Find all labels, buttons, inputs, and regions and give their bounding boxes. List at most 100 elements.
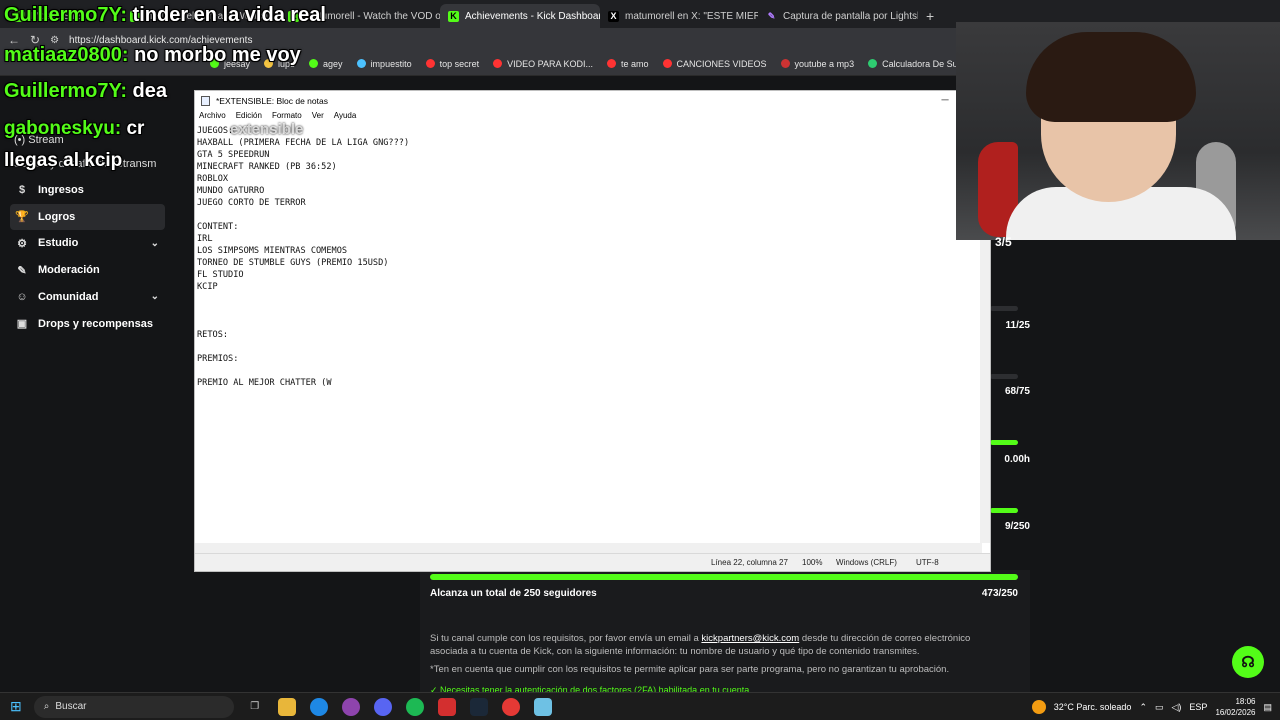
bookmark-icon (356, 59, 366, 68)
chat-message: Guillermo7Y: tinder en la vida real (4, 4, 326, 26)
bookmark-item[interactable]: te amo (606, 59, 649, 69)
bookmark-item[interactable]: Calculadora De Su... (868, 59, 965, 69)
bookmark-item[interactable]: top secret (425, 59, 479, 69)
zoom-level: 100% (802, 558, 823, 567)
followers-goal-card: Alcanza un total de 250 seguidores 473/2… (420, 570, 1030, 695)
bookmark-item[interactable]: CANCIONES VIDEOS (662, 59, 767, 69)
line-ending: Windows (CRLF) (836, 558, 897, 567)
network-icon[interactable]: ▭ (1155, 702, 1164, 713)
drops-icon: ▣ (16, 318, 28, 330)
horizontal-scrollbar[interactable] (195, 543, 982, 553)
sidebar-item-label: Ingresos (38, 184, 84, 196)
tab-achievements[interactable]: K Achievements - Kick Dashboard ✕ (440, 4, 600, 28)
language-indicator[interactable]: ESP (1189, 702, 1207, 712)
menu-item-ayuda[interactable]: Ayuda (334, 111, 357, 125)
bookmark-item[interactable]: youtube a mp3 (780, 59, 854, 69)
progress-value: 9/250 (1004, 521, 1030, 532)
help-chat-button[interactable]: ☊ (1232, 646, 1264, 678)
edge-icon[interactable] (309, 697, 328, 716)
notepad-icon (201, 96, 210, 106)
clock[interactable]: 18:06 16/02/2026 (1215, 696, 1255, 718)
notepad-icon[interactable] (533, 697, 552, 716)
chat-message: llegas al kcip (4, 150, 123, 171)
partners-email-link[interactable]: kickpartners@kick.com (701, 633, 799, 644)
sidebar-item-estudio[interactable]: ⚙ Estudio ⌄ (10, 230, 165, 256)
bookmark-icon (606, 59, 616, 68)
windows-taskbar: ⊞ ⌕ Buscar ❐ 32°C Parc. soleado ⌃ ▭ ◁) E… (0, 692, 1280, 720)
headset-icon: ☊ (1241, 654, 1255, 671)
windows-start-icon[interactable]: ⊞ (10, 698, 22, 715)
tab-5[interactable]: X matumorell en X: "ESTE MIERCOLE ✕ (600, 4, 758, 28)
notepad-window[interactable]: *EXTENSIBLE: Bloc de notas ─ ☐ ArchivoEd… (194, 90, 991, 572)
money-icon: $ (18, 184, 26, 196)
bookmark-icon (309, 59, 319, 68)
tab-label: Achievements - Kick Dashboard (465, 10, 600, 22)
sidebar-item-moderación[interactable]: ✎ Moderación (10, 257, 165, 283)
system-tray: 32°C Parc. soleado ⌃ ▭ ◁) ESP 18:06 16/0… (1031, 693, 1272, 720)
requirements-info: Si tu canal cumple con los requisitos, p… (430, 633, 971, 657)
taskbar-search[interactable]: ⌕ Buscar (33, 695, 234, 718)
wrench-icon: ✎ (17, 264, 27, 277)
tab-label: Captura de pantalla por Lightshot (783, 10, 918, 22)
goal-title: Alcanza un total de 250 seguidores (430, 588, 597, 599)
new-tab-button[interactable]: + (918, 4, 942, 28)
bookmark-item[interactable]: VIDEO PARA KODI... (493, 59, 593, 69)
taskbar-apps: ❐ (246, 697, 552, 716)
achievement-count: 3/5 (995, 235, 1012, 249)
chat-message: gaboneskyu: cr (4, 118, 145, 139)
menu-item-archivo[interactable]: Archivo (199, 111, 226, 125)
bookmark-icon (662, 59, 672, 68)
chat-message: Guillermo7Y: dea (4, 80, 168, 102)
tab-label: matumorell en X: "ESTE MIERCOLE (625, 10, 758, 22)
progress-value: 0.00h (1004, 454, 1030, 465)
bookmark-item[interactable]: agey (309, 59, 343, 69)
file-explorer-icon[interactable] (277, 697, 296, 716)
feather-icon: ✎ (767, 10, 776, 21)
spotify-icon[interactable] (405, 697, 424, 716)
studio-icon: ⚙ (17, 237, 27, 250)
kick-icon: K (448, 10, 459, 22)
requirements-note: *Ten en cuenta que cumplir con los requi… (430, 664, 950, 675)
sidebar-item-label: Comunidad (38, 290, 99, 303)
steam-icon[interactable] (469, 697, 488, 716)
progress-bar (990, 508, 1018, 513)
sidebar-item-label: Estudio (38, 237, 79, 250)
encoding: UTF-8 (916, 558, 939, 567)
task-view-icon[interactable]: ❐ (246, 698, 264, 716)
bookmark-icon (868, 59, 878, 68)
goal-value: 473/250 (981, 588, 1018, 599)
cursor-position: Línea 22, columna 27 (711, 558, 788, 567)
notepad-titlebar[interactable]: *EXTENSIBLE: Bloc de notas (195, 91, 990, 111)
notepad-text-area[interactable]: JUEGOS: HAXBALL (PRIMERA FECHA DE LA LIG… (197, 125, 977, 543)
sidebar-item-ingresos[interactable]: $ Ingresos (10, 177, 165, 203)
sidebar-item-label: Logros (38, 210, 76, 223)
progress-bar (990, 374, 1018, 379)
chevron-down-icon[interactable]: ⌄ (151, 291, 159, 302)
chevron-up-icon[interactable]: ⌃ (1139, 702, 1147, 713)
chat-overlay-fragment: extensible (230, 121, 304, 138)
menu-item-ver[interactable]: Ver (312, 111, 324, 125)
tab-6[interactable]: ✎ Captura de pantalla por Lightshot ✕ (758, 4, 918, 28)
sidebar-item-drops[interactable]: ▣ Drops y recompensas (10, 311, 165, 337)
bookmark-item[interactable]: impuestito (356, 59, 412, 69)
weather-text[interactable]: 32°C Parc. soleado (1054, 702, 1132, 712)
sidebar-item-comunidad[interactable]: ☺ Comunidad ⌄ (10, 284, 165, 310)
bookmark-icon (780, 59, 790, 68)
notification-icon[interactable]: ▤ (1263, 702, 1272, 713)
x-icon: X (608, 10, 619, 22)
volume-icon[interactable]: ◁) (1172, 702, 1182, 713)
progress-bar (990, 306, 1018, 311)
app-icon[interactable] (341, 697, 360, 716)
sidebar-item-label: Moderación (38, 264, 100, 277)
chat-message: matiaaz0800: no morbo me voy (4, 44, 301, 66)
app-icon[interactable] (437, 697, 456, 716)
discord-icon[interactable] (373, 697, 392, 716)
webcam-overlay (956, 22, 1280, 240)
obs-icon[interactable] (501, 697, 520, 716)
sidebar-item-logros[interactable]: 🏆 Logros (10, 203, 165, 230)
followers-progress-bar (430, 574, 1018, 580)
notepad-menu-bar: Archivo Edición Formato Ver Ayuda (195, 111, 990, 125)
notepad-title: *EXTENSIBLE: Bloc de notas (216, 96, 328, 106)
chevron-down-icon[interactable]: ⌄ (151, 238, 159, 249)
community-icon: ☺ (16, 290, 28, 303)
